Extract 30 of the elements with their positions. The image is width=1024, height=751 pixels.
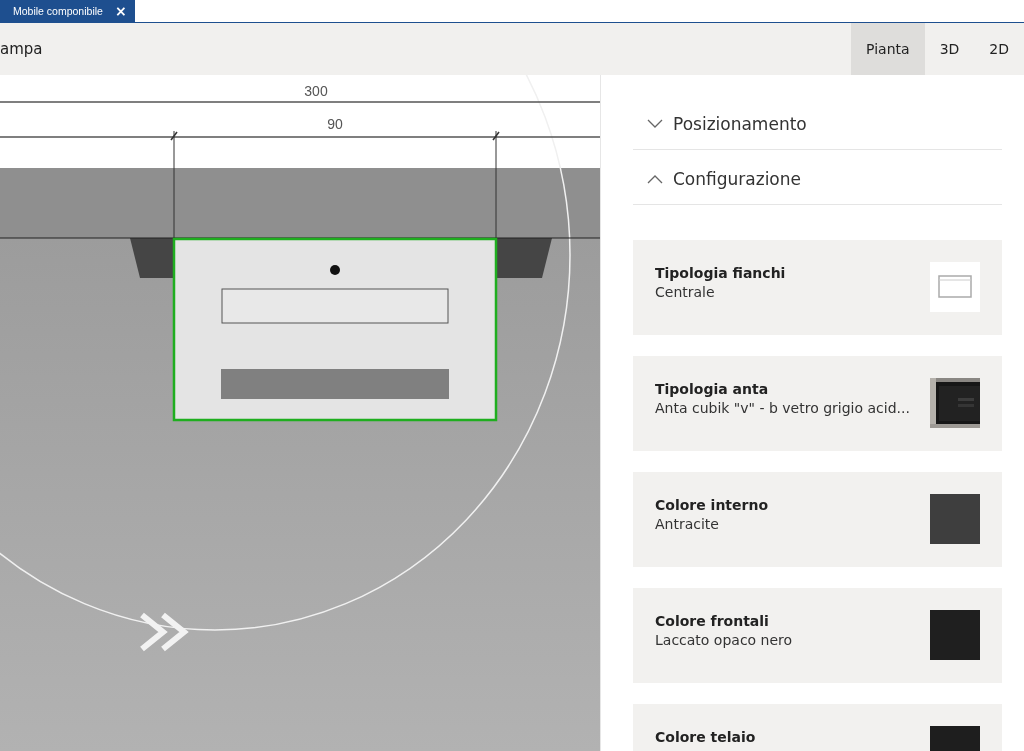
option-value: Laccato opaco nero [655,632,793,648]
dimension-label: 90 [327,116,343,132]
option-card[interactable]: Tipologia fianchi Centrale [633,240,1002,335]
option-title: Colore interno [655,497,769,513]
toolbar-button[interactable]: ampa [0,40,43,58]
view-tab[interactable]: Pianta [851,23,925,75]
chevron-down-icon [647,119,663,129]
option-title: Colore frontali [655,613,770,629]
option-value: Antracite [655,516,720,532]
accordion-header[interactable]: Configurazione [633,154,1002,205]
option-value: Centrale [655,284,716,300]
thumbnail [930,262,980,312]
chevron-up-icon [647,174,663,184]
option-title: Colore telaio [655,729,756,745]
document-tab[interactable]: Mobile componibile × [0,0,135,22]
option-value: Anta cubik "v" - b vetro grigio acid... [655,400,910,416]
option-title: Tipologia fianchi [655,265,786,281]
dimension-label: 300 [304,83,328,99]
view-tab[interactable]: 2D [974,23,1024,75]
option-card[interactable]: Tipologia anta Anta cubik "v" - b vetro grigio acid... [633,356,1002,451]
option-card[interactable]: Colore frontali Laccato opaco nero [633,588,1002,683]
tab-title: Mobile componibile [13,5,103,17]
option-card[interactable]: Colore interno Antracite [633,472,1002,567]
option-title: Tipologia anta [655,381,770,397]
double-chevron-icon [140,612,189,652]
option-card[interactable]: Colore telaio [633,704,1002,751]
view-tab[interactable]: 3D [924,23,975,75]
accordion-header[interactable]: Posizionamento [633,99,1002,150]
close-button[interactable]: × [114,4,127,18]
side-block [130,238,174,278]
